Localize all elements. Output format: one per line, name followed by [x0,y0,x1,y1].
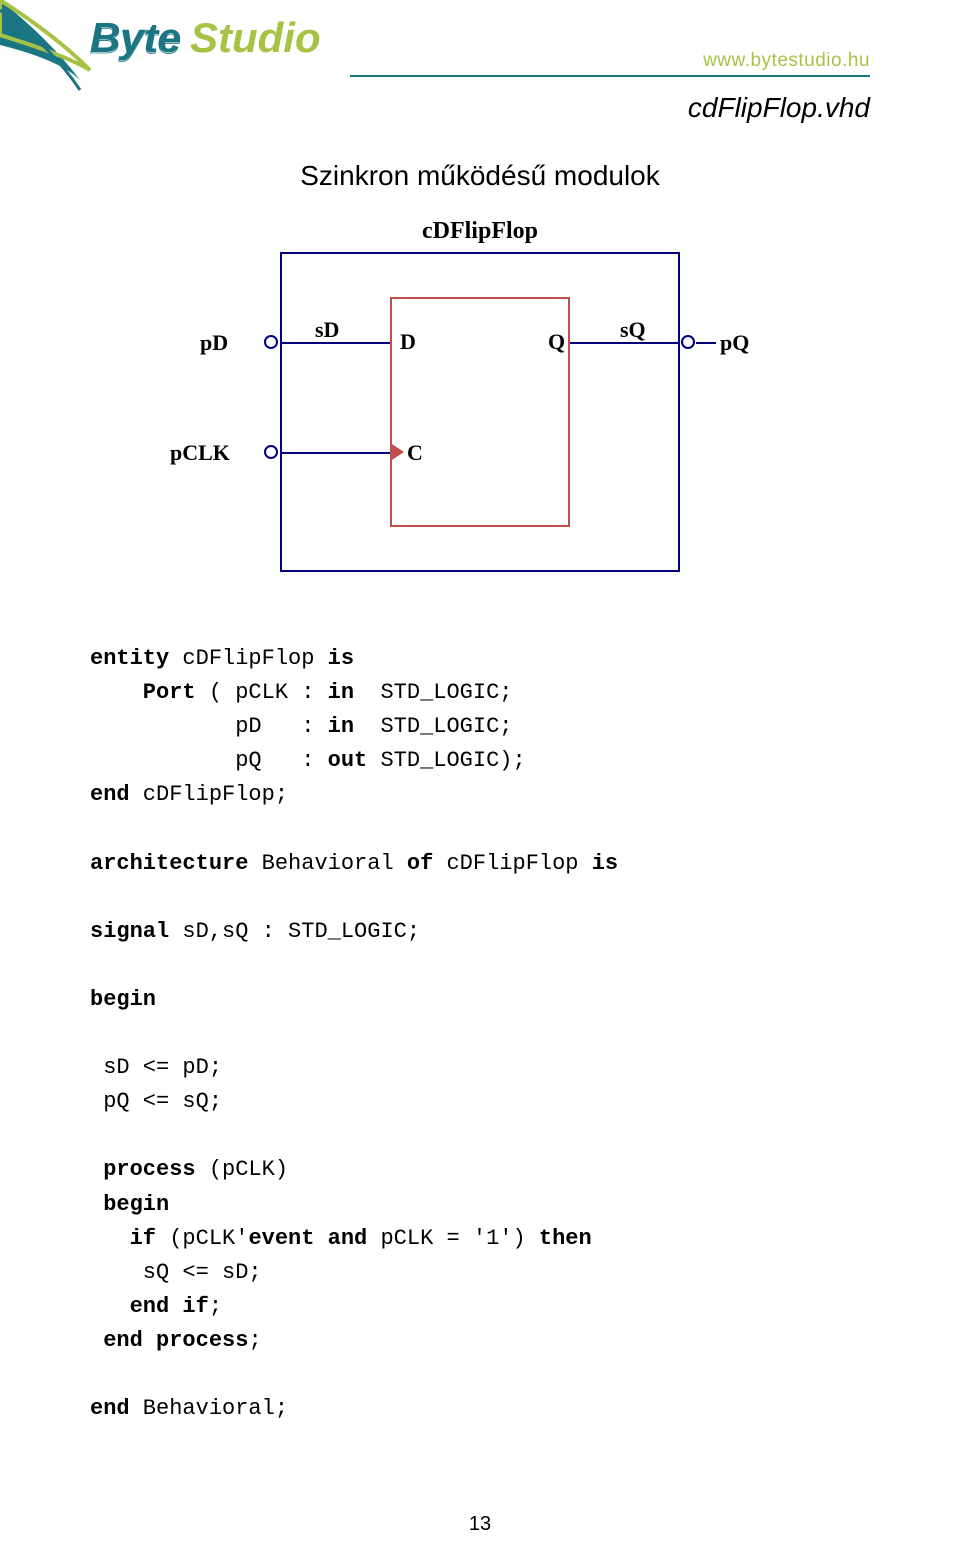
filename-label: cdFlipFlop.vhd [688,92,870,124]
vhdl-code: entity cDFlipFlop is Port ( pCLK : in ST… [90,642,870,1426]
wire-pCLK [280,452,390,454]
url-underline [350,75,870,77]
svg-text:Byte: Byte [90,15,181,62]
website-url: www.bytestudio.hu [703,50,870,71]
label-sD: sD [315,317,339,343]
label-D: D [400,329,416,355]
bytestudio-logo: Byte Studio Byte [90,12,390,72]
swoosh-decoration [0,0,100,110]
url-block: www.bytestudio.hu [350,50,870,77]
label-pCLK: pCLK [170,440,230,466]
section-title: Szinkron működésű modulok [0,160,960,192]
page-header: Byte Studio Byte www.bytestudio.hu cdFli… [0,0,960,120]
diagram-title: cDFlipFlop [422,218,538,245]
svg-text:Studio: Studio [190,14,321,61]
inner-flipflop-box [390,297,570,527]
kw-entity: entity [90,646,169,671]
port-pQ-circle [681,335,695,349]
flipflop-diagram: cDFlipFlop pD sD D pCLK C Q sQ pQ [160,222,800,592]
clock-triangle-icon [392,444,404,460]
label-sQ: sQ [620,317,646,343]
page-number: 13 [469,1513,491,1536]
label-pQ: pQ [720,330,749,356]
port-pCLK-circle [264,445,278,459]
label-pD: pD [200,330,228,356]
label-Q: Q [548,329,565,355]
wire-pQ-outer [696,342,716,344]
label-C: C [407,440,423,466]
port-pD-circle [264,335,278,349]
